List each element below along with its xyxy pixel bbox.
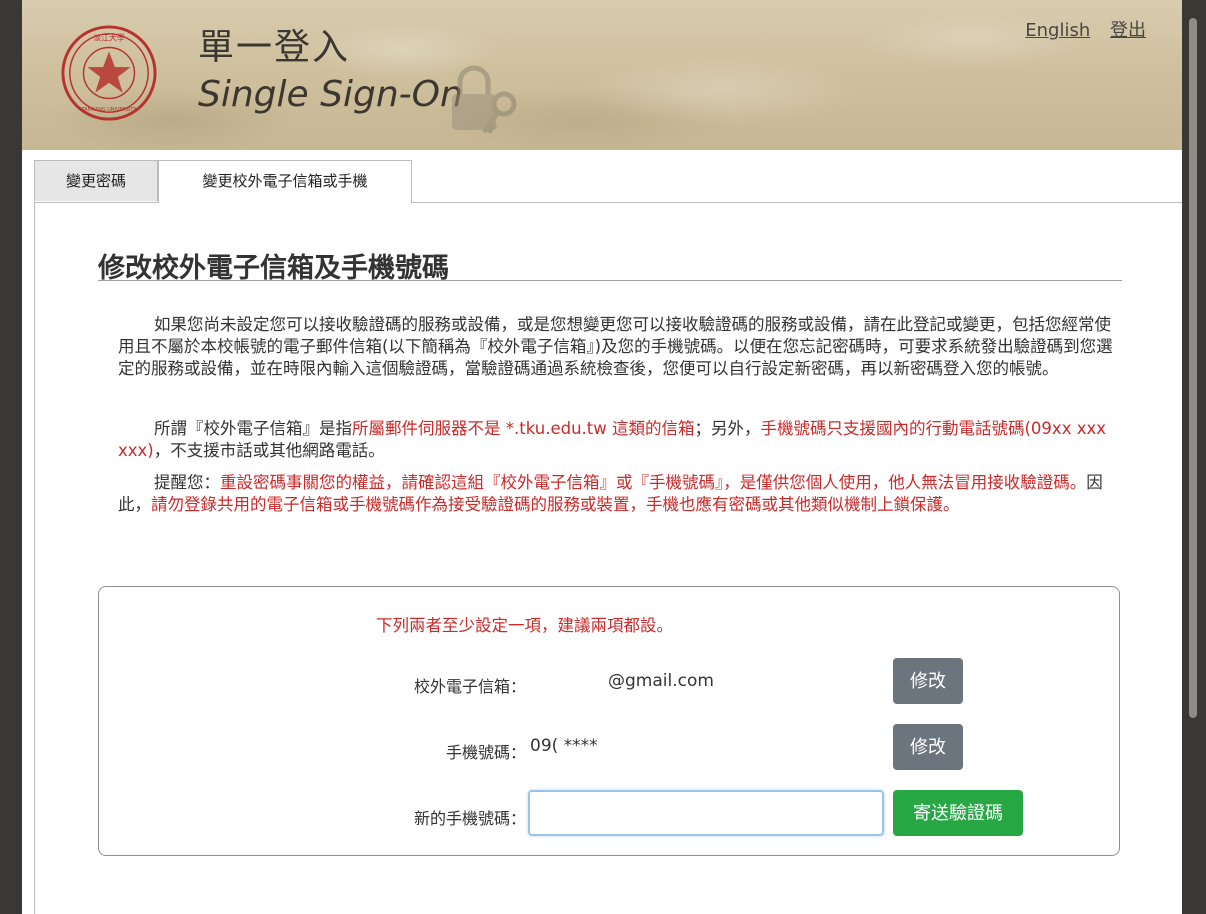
edit-phone-button[interactable]: 修改 [893, 724, 963, 770]
phone-value: 09( **** [530, 736, 598, 756]
settings-notice: 下列兩者至少設定一項，建議兩項都設。 [376, 616, 673, 635]
lock-key-icon [452, 65, 517, 134]
tab-bar: 變更密碼 變更校外電子信箱或手機 [34, 160, 1182, 203]
university-seal-icon: 淡江大學 TAMKANG UNIVERSITY [61, 25, 157, 121]
svg-text:淡江大學: 淡江大學 [93, 33, 124, 43]
send-code-button[interactable]: 寄送驗證碼 [893, 790, 1023, 836]
definition-paragraph: 所謂『校外電子信箱』是指所屬郵件伺服器不是 *.tku.edu.tw 這類的信箱… [118, 419, 1107, 460]
heading-divider [98, 280, 1122, 281]
english-link[interactable]: English [1025, 20, 1090, 41]
tab-change-password[interactable]: 變更密碼 [34, 160, 158, 201]
new-phone-label: 新的手機號碼： [413, 809, 526, 828]
phone-label: 手機號碼： [445, 743, 526, 762]
new-phone-input[interactable] [528, 790, 884, 836]
scrollbar-thumb[interactable] [1189, 18, 1197, 718]
email-label: 校外電子信箱： [413, 677, 526, 696]
email-value: @gmail.com [608, 671, 714, 691]
edit-email-button[interactable]: 修改 [893, 658, 963, 704]
page: 淡江大學 TAMKANG UNIVERSITY 單一登入 Single Sign… [22, 0, 1182, 914]
page-title-zh: 單一登入 [198, 27, 351, 68]
intro-paragraph: 如果您尚未設定您可以接收驗證碼的服務或設備，或是您想變更您可以接收驗證碼的服務或… [118, 315, 1113, 378]
svg-text:TAMKANG UNIVERSITY: TAMKANG UNIVERSITY [81, 107, 137, 113]
tab-change-email-phone[interactable]: 變更校外電子信箱或手機 [158, 160, 412, 203]
header-banner: 淡江大學 TAMKANG UNIVERSITY 單一登入 Single Sign… [22, 0, 1182, 150]
top-links: English 登出 [1011, 16, 1146, 42]
logout-link[interactable]: 登出 [1110, 20, 1146, 41]
reminder-paragraph: 提醒您：重設密碼事關您的權益，請確認這組『校外電子信箱』或『手機號碼』，是僅供您… [118, 473, 1103, 514]
page-title-en: Single Sign-On [198, 74, 463, 115]
